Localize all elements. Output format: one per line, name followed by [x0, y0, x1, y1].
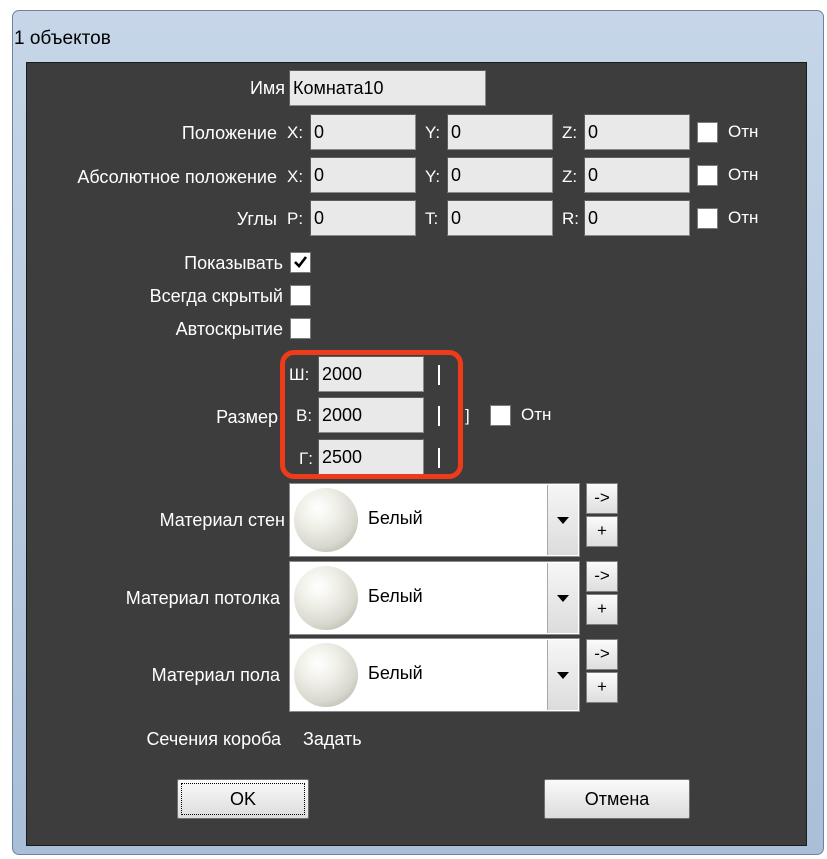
abs-position-x-label: X:	[287, 167, 304, 186]
material-sphere-icon	[294, 488, 358, 552]
wall-material-value: Белый	[368, 508, 423, 528]
position-x-label: X:	[287, 123, 304, 142]
box-sections-set-link[interactable]: Задать	[303, 727, 362, 751]
angles-relative-checkbox[interactable]	[697, 208, 718, 229]
position-y-label: Y:	[425, 123, 441, 142]
wall-material-apply-button[interactable]: ->	[586, 483, 618, 514]
angles-relative-label: Отн	[728, 208, 759, 227]
size-highlight-frame	[280, 350, 463, 479]
size-relative-label: Отн	[521, 405, 552, 424]
ceiling-material-apply-button[interactable]: ->	[586, 561, 618, 592]
angles-p-input[interactable]: 0	[310, 200, 416, 236]
name-input[interactable]: Комната10	[289, 70, 486, 106]
angles-label: Углы	[236, 209, 277, 229]
wall-material-label: Материал стен	[159, 510, 285, 530]
position-z-label: Z:	[562, 123, 578, 142]
angles-r-label: R:	[562, 209, 579, 228]
floor-material-label: Материал пола	[151, 665, 280, 685]
floor-material-value: Белый	[368, 663, 423, 683]
always-hidden-checkbox[interactable]	[290, 285, 311, 306]
chevron-down-icon[interactable]	[547, 563, 578, 633]
angles-t-label: T:	[425, 209, 439, 228]
abs-position-relative-label: Отн	[728, 165, 759, 184]
abs-position-y-label: Y:	[425, 167, 441, 186]
show-label: Показывать	[184, 253, 283, 273]
size-bracket: ]	[465, 406, 470, 425]
always-hidden-label: Всегда скрытый	[149, 286, 283, 306]
ceiling-material-label: Материал потолка	[125, 588, 280, 608]
position-relative-checkbox[interactable]	[697, 122, 718, 143]
size-label: Размер	[216, 407, 278, 427]
abs-position-x-input[interactable]: 0	[310, 157, 416, 193]
wall-material-select[interactable]: Белый	[289, 483, 580, 557]
ceiling-material-add-button[interactable]: +	[586, 594, 618, 625]
floor-material-select[interactable]: Белый	[289, 638, 580, 712]
abs-position-label: Абсолютное положение	[77, 167, 277, 187]
angles-r-input[interactable]: 0	[584, 200, 690, 236]
ok-button[interactable]: OK	[177, 779, 309, 819]
abs-position-y-input[interactable]: 0	[447, 157, 553, 193]
name-label: Имя	[249, 78, 285, 98]
angles-p-label: P:	[287, 209, 304, 228]
autohide-label: Автоскрытие	[175, 319, 283, 339]
position-relative-label: Отн	[728, 122, 759, 141]
wall-material-add-button[interactable]: +	[586, 516, 618, 547]
abs-position-z-input[interactable]: 0	[584, 157, 690, 193]
checkmark-icon	[294, 256, 308, 268]
chevron-down-icon[interactable]	[547, 485, 578, 555]
material-sphere-icon	[294, 566, 358, 630]
cancel-button[interactable]: Отмена	[544, 779, 690, 819]
chevron-down-icon[interactable]	[547, 640, 578, 710]
window-title: 1 объектов	[14, 28, 111, 49]
autohide-checkbox[interactable]	[290, 318, 311, 339]
floor-material-apply-button[interactable]: ->	[586, 639, 618, 670]
position-label: Положение	[181, 123, 277, 143]
abs-position-z-label: Z:	[562, 167, 578, 186]
box-sections-label: Сечения короба	[146, 729, 281, 749]
position-x-input[interactable]: 0	[310, 114, 416, 150]
show-checkbox[interactable]	[290, 252, 311, 273]
angles-t-input[interactable]: 0	[447, 200, 553, 236]
abs-position-relative-checkbox[interactable]	[697, 165, 718, 186]
position-z-input[interactable]: 0	[584, 114, 690, 150]
size-relative-checkbox[interactable]	[490, 405, 511, 426]
ceiling-material-select[interactable]: Белый	[289, 561, 580, 635]
material-sphere-icon	[294, 643, 358, 707]
ceiling-material-value: Белый	[368, 586, 423, 606]
position-y-input[interactable]: 0	[447, 114, 553, 150]
floor-material-add-button[interactable]: +	[586, 672, 618, 703]
